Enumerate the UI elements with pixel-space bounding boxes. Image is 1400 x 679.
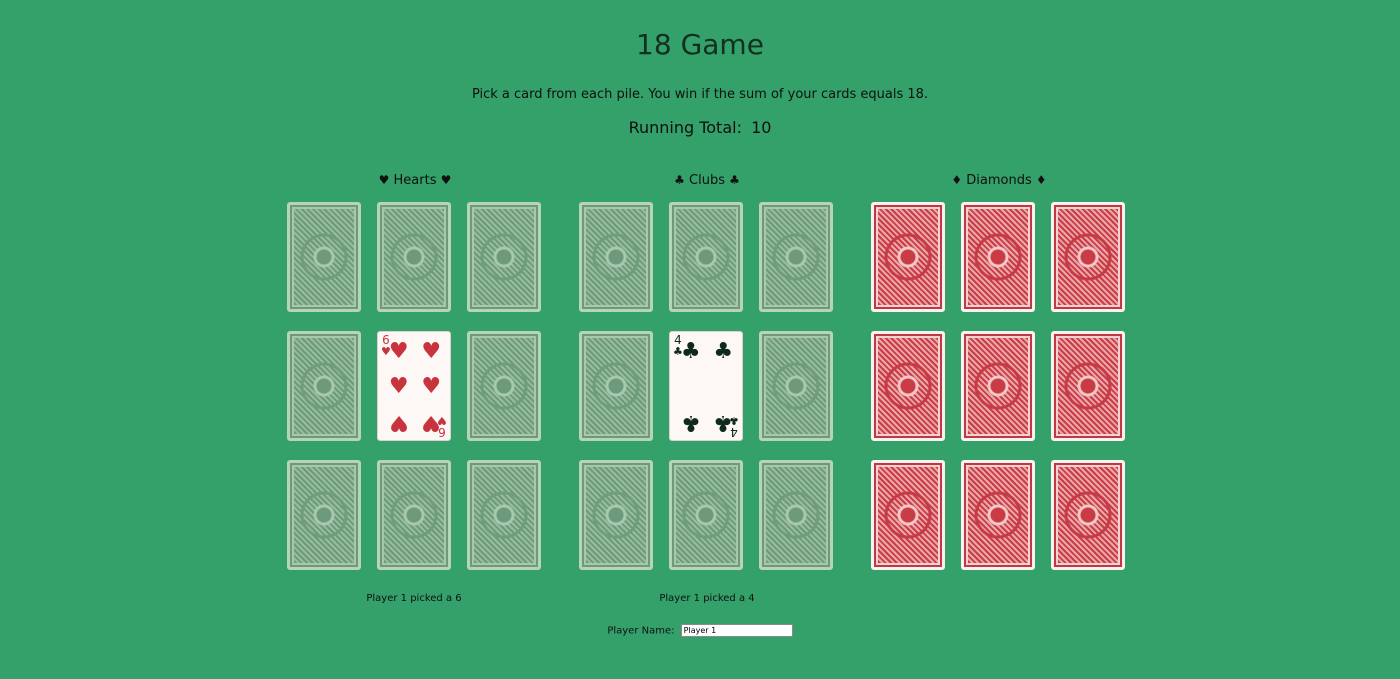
pile-hearts: 6 ♥ 6 ♥ ♥ ♥ ♥ ♥ ♥ ♥	[287, 202, 545, 572]
card-back-diamonds[interactable]	[871, 460, 945, 570]
club-pip-icon: ♣	[680, 410, 701, 436]
card-back-clubs[interactable]	[759, 331, 833, 441]
pick-message-clubs: Player 1 picked a 4	[659, 593, 755, 604]
card-back-clubs[interactable]	[669, 202, 743, 312]
running-total-value: 10	[751, 118, 772, 137]
card-back-clubs[interactable]	[579, 202, 653, 312]
card-back-diamonds[interactable]	[1051, 460, 1125, 570]
heart-pip-icon: ♥	[388, 338, 409, 364]
heart-pip-icon: ♥	[388, 410, 409, 436]
running-total-label: Running Total:	[628, 118, 742, 137]
heart-pip-icon: ♥	[388, 374, 409, 399]
pile-name: Diamonds	[966, 173, 1032, 188]
card-back-diamonds[interactable]	[961, 331, 1035, 441]
heart-pip-icon: ♥	[421, 338, 442, 364]
heart-pip-icon: ♥	[421, 374, 442, 399]
pile-diamonds	[871, 202, 1129, 572]
card-back-hearts[interactable]	[377, 202, 451, 312]
heart-pip-icon: ♥	[421, 410, 442, 436]
card-back-hearts[interactable]	[287, 460, 361, 570]
club-pip-icon: ♣	[713, 338, 734, 364]
card-back-hearts[interactable]	[377, 460, 451, 570]
heart-icon: ♥	[378, 173, 390, 187]
club-icon: ♣	[729, 173, 740, 187]
pile-name: Hearts	[393, 173, 437, 188]
card-back-hearts[interactable]	[287, 331, 361, 441]
card-back-hearts[interactable]	[287, 202, 361, 312]
card-back-diamonds[interactable]	[1051, 331, 1125, 441]
heart-icon: ♥	[440, 173, 452, 187]
card-back-clubs[interactable]	[579, 460, 653, 570]
card-face-clubs[interactable]: 4 ♣ 4 ♣ ♣ ♣ ♣ ♣	[669, 331, 743, 441]
player-name-label: Player Name:	[607, 625, 675, 637]
card-back-diamonds[interactable]	[961, 202, 1035, 312]
card-back-clubs[interactable]	[759, 202, 833, 312]
card-back-diamonds[interactable]	[1051, 202, 1125, 312]
instructions: Pick a card from each pile. You win if t…	[471, 87, 929, 102]
card-back-clubs[interactable]	[579, 331, 653, 441]
club-pip-icon: ♣	[680, 338, 701, 364]
card-back-clubs[interactable]	[669, 460, 743, 570]
page-title: 18 Game	[636, 28, 764, 61]
pile-name: Clubs	[689, 173, 725, 188]
diamond-icon: ♦	[951, 173, 963, 187]
diamond-icon: ♦	[1035, 173, 1047, 187]
player-name-input[interactable]	[680, 624, 793, 637]
running-total: Running Total: 10	[0, 117, 1400, 139]
card-back-hearts[interactable]	[467, 202, 541, 312]
card-back-hearts[interactable]	[467, 331, 541, 441]
pile-label-hearts: ♥ Hearts ♥	[285, 171, 545, 190]
club-pip-icon: ♣	[713, 410, 734, 436]
card-back-hearts[interactable]	[467, 460, 541, 570]
card-back-diamonds[interactable]	[871, 331, 945, 441]
pick-message-hearts: Player 1 picked a 6	[366, 593, 462, 604]
player-name-row: Player Name:	[0, 624, 1400, 639]
card-back-diamonds[interactable]	[871, 202, 945, 312]
card-back-clubs[interactable]	[759, 460, 833, 570]
pile-label-diamonds: ♦ Diamonds ♦	[869, 171, 1129, 190]
club-icon: ♣	[674, 173, 685, 187]
card-face-hearts[interactable]: 6 ♥ 6 ♥ ♥ ♥ ♥ ♥ ♥ ♥	[377, 331, 451, 441]
pile-clubs: 4 ♣ 4 ♣ ♣ ♣ ♣ ♣	[579, 202, 837, 572]
card-back-diamonds[interactable]	[961, 460, 1035, 570]
pile-label-clubs: ♣ Clubs ♣	[577, 171, 837, 190]
